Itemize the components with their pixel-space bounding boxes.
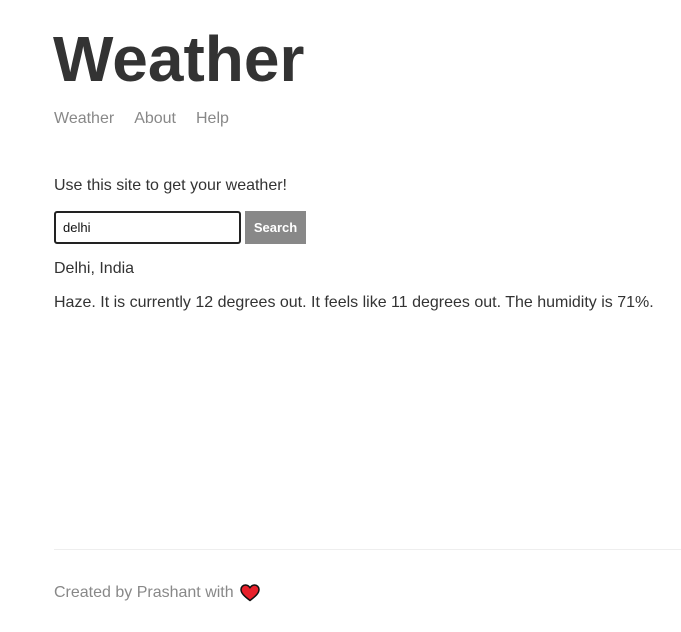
search-button[interactable]: Search [245, 211, 306, 244]
footer-divider [54, 549, 681, 550]
main-nav: Weather About Help [54, 109, 229, 129]
result-forecast: Haze. It is currently 12 degrees out. It… [54, 294, 654, 311]
footer: Created by Prashant with [54, 583, 260, 603]
nav-link-weather[interactable]: Weather [54, 109, 114, 129]
intro-text: Use this site to get your weather! [54, 177, 287, 194]
nav-link-about[interactable]: About [134, 109, 176, 129]
location-search-input[interactable] [54, 211, 241, 244]
nav-link-help[interactable]: Help [196, 109, 229, 129]
page: Weather Weather About Help Use this site… [0, 0, 681, 632]
page-title: Weather [53, 23, 305, 95]
search-form: Search [54, 211, 306, 244]
result-location: Delhi, India [54, 260, 135, 277]
footer-credit-text: Created by Prashant with [54, 584, 234, 601]
heart-icon [239, 584, 260, 602]
